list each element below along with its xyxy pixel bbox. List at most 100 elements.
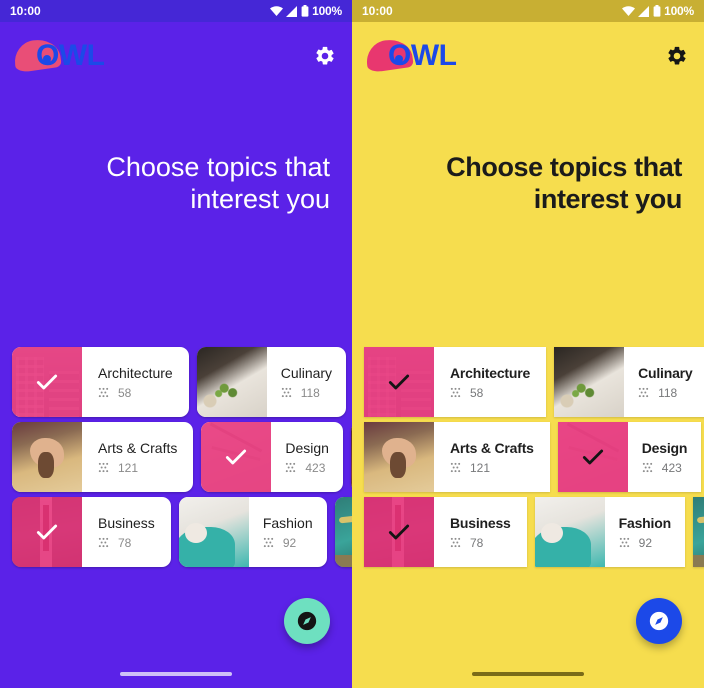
topic-card-text: Architecture 58 bbox=[434, 347, 546, 417]
topic-name: Design bbox=[641, 439, 688, 456]
topic-count: 78 bbox=[470, 535, 484, 550]
grain-icon bbox=[642, 462, 652, 473]
owl-logo-icon: OWL bbox=[12, 34, 105, 78]
page-title: Choose topics that interest you bbox=[446, 152, 682, 214]
topic-name: Fashion bbox=[618, 514, 671, 531]
check-icon bbox=[226, 449, 247, 465]
topic-card-text: Business 78 bbox=[434, 497, 527, 567]
topic-card-fashion[interactable]: Fashion 92 bbox=[178, 497, 327, 567]
topic-grid: Architecture 58 Culinary 118 Arts & Craf… bbox=[352, 347, 704, 572]
home-indicator bbox=[472, 672, 584, 676]
topic-count-row: 58 bbox=[98, 386, 173, 400]
topic-thumbnail bbox=[178, 497, 249, 567]
topic-card-partial[interactable] bbox=[334, 497, 352, 567]
topic-card-text: Design 423 bbox=[628, 422, 701, 492]
topic-card-business[interactable]: Business 78 bbox=[364, 497, 527, 567]
gear-icon[interactable] bbox=[314, 45, 336, 67]
topic-name: Culinary bbox=[280, 364, 333, 381]
topic-card-arts-crafts[interactable]: Arts & Crafts 121 bbox=[12, 422, 194, 492]
topic-name: Business bbox=[450, 514, 511, 531]
topic-thumbnail bbox=[554, 347, 625, 417]
topic-count-row: 92 bbox=[263, 536, 313, 550]
explore-fab-button[interactable] bbox=[636, 598, 682, 644]
topic-card-text: Business 78 bbox=[82, 497, 171, 567]
explore-compass-icon bbox=[297, 611, 317, 631]
status-bar-indicators: 100% bbox=[622, 4, 694, 18]
grain-icon bbox=[98, 387, 109, 398]
topic-thumbnail bbox=[364, 497, 434, 567]
status-bar-time: 10:00 bbox=[362, 4, 393, 18]
topic-count-row: 78 bbox=[98, 536, 155, 550]
check-icon bbox=[388, 524, 410, 540]
topic-row: Business 78 Fashion 92 bbox=[0, 497, 352, 567]
topic-count: 92 bbox=[282, 535, 297, 550]
grain-icon bbox=[450, 462, 461, 473]
topic-count: 121 bbox=[118, 460, 139, 475]
topic-card-text: Arts & Crafts 121 bbox=[434, 422, 550, 492]
topic-grid: Architecture 58 Culinary 118 Arts & Craf… bbox=[0, 347, 352, 572]
topic-count: 78 bbox=[118, 535, 132, 550]
topic-row: Arts & Crafts 121 Design 423 bbox=[0, 422, 352, 492]
status-bar-indicators: 100% bbox=[270, 4, 342, 18]
topic-card-culinary[interactable]: Culinary 118 bbox=[196, 347, 347, 417]
topic-name: Design bbox=[285, 439, 329, 456]
topic-thumbnail bbox=[12, 422, 82, 492]
topic-card-architecture[interactable]: Architecture 58 bbox=[12, 347, 189, 417]
topic-card-text: Architecture 58 bbox=[82, 347, 189, 417]
topic-name: Arts & Crafts bbox=[98, 439, 178, 456]
topic-card-text: Culinary 118 bbox=[624, 347, 704, 417]
grain-icon bbox=[450, 537, 461, 548]
topic-count: 58 bbox=[118, 385, 132, 400]
topic-count-row: 118 bbox=[281, 386, 332, 400]
topic-count: 423 bbox=[661, 460, 682, 475]
topic-row: Architecture 58 Culinary 118 bbox=[0, 347, 352, 417]
partial-photo bbox=[334, 497, 352, 567]
topic-card-culinary[interactable]: Culinary 118 bbox=[554, 347, 704, 417]
gear-icon[interactable] bbox=[666, 45, 688, 67]
topic-count-row: 78 bbox=[450, 536, 511, 550]
owl-logo-eye bbox=[43, 55, 51, 63]
topic-card-text: Fashion 92 bbox=[605, 497, 685, 567]
topic-card-text: Fashion 92 bbox=[249, 497, 327, 567]
app-body: OWL Choose topics that interest you Arch… bbox=[0, 22, 352, 688]
grain-icon bbox=[98, 537, 109, 548]
status-bar: 10:00 100% bbox=[0, 0, 352, 22]
grain-icon bbox=[286, 462, 296, 473]
topic-name: Business bbox=[98, 514, 155, 531]
topic-thumbnail bbox=[201, 422, 272, 492]
topic-card-arts-crafts[interactable]: Arts & Crafts 121 bbox=[364, 422, 550, 492]
topic-card-architecture[interactable]: Architecture 58 bbox=[364, 347, 547, 417]
app-body: OWL Choose topics that interest you Arch… bbox=[352, 22, 704, 688]
battery-icon bbox=[301, 5, 309, 17]
grain-icon bbox=[638, 387, 649, 398]
topic-card-partial[interactable] bbox=[692, 497, 704, 567]
topic-card-fashion[interactable]: Fashion 92 bbox=[534, 497, 685, 567]
topic-thumbnail bbox=[364, 347, 434, 417]
check-icon bbox=[582, 449, 603, 465]
topic-card-business[interactable]: Business 78 bbox=[12, 497, 171, 567]
topic-name: Arts & Crafts bbox=[450, 439, 534, 456]
topic-row: Business 78 Fashion 92 bbox=[352, 497, 704, 567]
culinary-photo bbox=[196, 347, 267, 417]
topic-thumbnail bbox=[364, 422, 434, 492]
topic-count: 121 bbox=[470, 460, 491, 475]
topic-card-text: Culinary 118 bbox=[267, 347, 346, 417]
culinary-photo bbox=[554, 347, 625, 417]
page-title: Choose topics that interest you bbox=[106, 152, 330, 214]
check-icon bbox=[36, 374, 58, 390]
topic-card-design[interactable]: Design 423 bbox=[557, 422, 702, 492]
wifi-icon bbox=[622, 5, 636, 16]
owl-logo-eye bbox=[395, 55, 403, 63]
partial-photo bbox=[692, 497, 704, 567]
topic-thumbnail bbox=[12, 347, 82, 417]
check-icon bbox=[36, 524, 58, 540]
topic-thumbnail bbox=[692, 497, 704, 567]
battery-percent: 100% bbox=[664, 4, 694, 18]
topic-count-row: 423 bbox=[285, 461, 329, 475]
status-icons bbox=[270, 5, 309, 17]
topic-thumbnail bbox=[534, 497, 605, 567]
topic-card-design[interactable]: Design 423 bbox=[201, 422, 343, 492]
explore-fab-button[interactable] bbox=[284, 598, 330, 644]
signal-icon bbox=[638, 5, 650, 17]
topic-count-row: 92 bbox=[619, 536, 671, 550]
